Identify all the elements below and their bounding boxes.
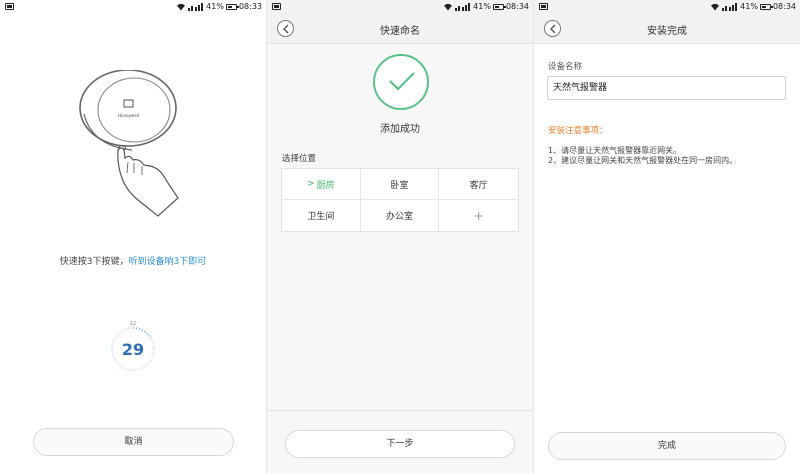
cancel-button[interactable]: 取消: [33, 428, 234, 456]
clock: 08:34: [772, 2, 796, 11]
countdown-number: 29: [121, 340, 145, 359]
battery-percent: 41%: [206, 2, 224, 11]
screen-quick-naming: 41% 08:34 快速命名 添加成功 选择位置 > 厨房 卧室 客厅 卫生间 办…: [267, 0, 533, 474]
done-button[interactable]: 完成: [548, 432, 786, 460]
hint-prefix: 快速按3下按键，: [59, 257, 129, 267]
screen-press-button: 41% 08:33 Honeywell 快速按3下按键，听到设备响3下即可 12…: [0, 0, 266, 474]
location-option-bedroom[interactable]: 卧室: [360, 169, 440, 200]
battery-icon: [225, 4, 239, 10]
install-notes: 1、请尽量让天然气报警器靠近网关。 2、建议尽量让网关和天然气报警器处在同一房间…: [548, 146, 737, 166]
location-label-text: 卧室: [390, 180, 409, 191]
page-title: 快速命名: [380, 26, 420, 37]
device-name-input[interactable]: 天然气报警器: [547, 76, 786, 100]
success-text: 添加成功: [380, 124, 420, 135]
page-title: 安装完成: [647, 26, 687, 37]
selected-chevron-icon: >: [307, 179, 315, 189]
image-notification-icon: [5, 3, 14, 10]
device-logo-text: Honeywell: [118, 113, 139, 118]
wifi-icon: [711, 3, 720, 11]
battery-percent: 41%: [740, 2, 758, 11]
device-name-label: 设备名称: [548, 62, 583, 72]
signal-icon: [188, 3, 204, 11]
location-label: 选择位置: [282, 154, 317, 164]
status-bar: 41% 08:34: [534, 0, 800, 14]
next-button[interactable]: 下一步: [285, 430, 515, 458]
hint-highlight: 听到设备响3下即可: [128, 257, 207, 267]
battery-percent: 41%: [473, 2, 491, 11]
location-option-office[interactable]: 办公室: [361, 200, 440, 231]
signal-icon: [722, 3, 738, 11]
location-option-living-room[interactable]: 客厅: [439, 169, 518, 200]
clock: 08:34: [505, 2, 529, 11]
location-label-text: 厨房: [316, 180, 335, 191]
location-option-bathroom[interactable]: 卫生间: [282, 200, 361, 231]
clock: 08:33: [238, 2, 262, 11]
success-icon: [373, 54, 429, 110]
status-bar: 41% 08:33: [0, 0, 266, 14]
battery-icon: [759, 4, 773, 10]
press-hint: 快速按3下按键，听到设备响3下即可: [0, 254, 266, 267]
location-label-text: 卫生间: [307, 212, 335, 222]
location-option-kitchen[interactable]: > 厨房: [282, 169, 361, 200]
title-bar: 安装完成: [534, 14, 800, 44]
signal-icon: [455, 3, 471, 11]
wifi-icon: [444, 3, 453, 11]
check-icon: [389, 72, 415, 91]
screen-install-complete: 41% 08:34 安装完成 设备名称 天然气报警器 安装注意事项： 1、请尽量…: [534, 0, 800, 474]
title-bar: 快速命名: [267, 14, 533, 44]
image-notification-icon: [539, 3, 548, 10]
battery-icon: [492, 4, 506, 10]
wifi-icon: [177, 3, 186, 11]
location-label-text: 客厅: [469, 180, 488, 191]
device-press-illustration: Honeywell: [79, 70, 179, 217]
location-grid: > 厨房 卧室 客厅 卫生间 办公室 +: [281, 168, 519, 232]
install-note-item: 2、建议尽量让网关和天然气报警器处在同一房间内。: [548, 156, 738, 165]
countdown-timer: 12 29: [110, 321, 156, 372]
install-notes-title: 安装注意事项：: [548, 126, 608, 136]
install-note-item: 1、请尽量让天然气报警器靠近网关。: [548, 146, 682, 155]
status-bar: 41% 08:34: [267, 0, 533, 14]
countdown-top-mark: 12: [129, 321, 137, 327]
location-label-text: 办公室: [385, 212, 413, 222]
plus-icon: +: [473, 208, 484, 223]
image-notification-icon: [272, 3, 281, 10]
add-location-button[interactable]: +: [439, 200, 518, 231]
